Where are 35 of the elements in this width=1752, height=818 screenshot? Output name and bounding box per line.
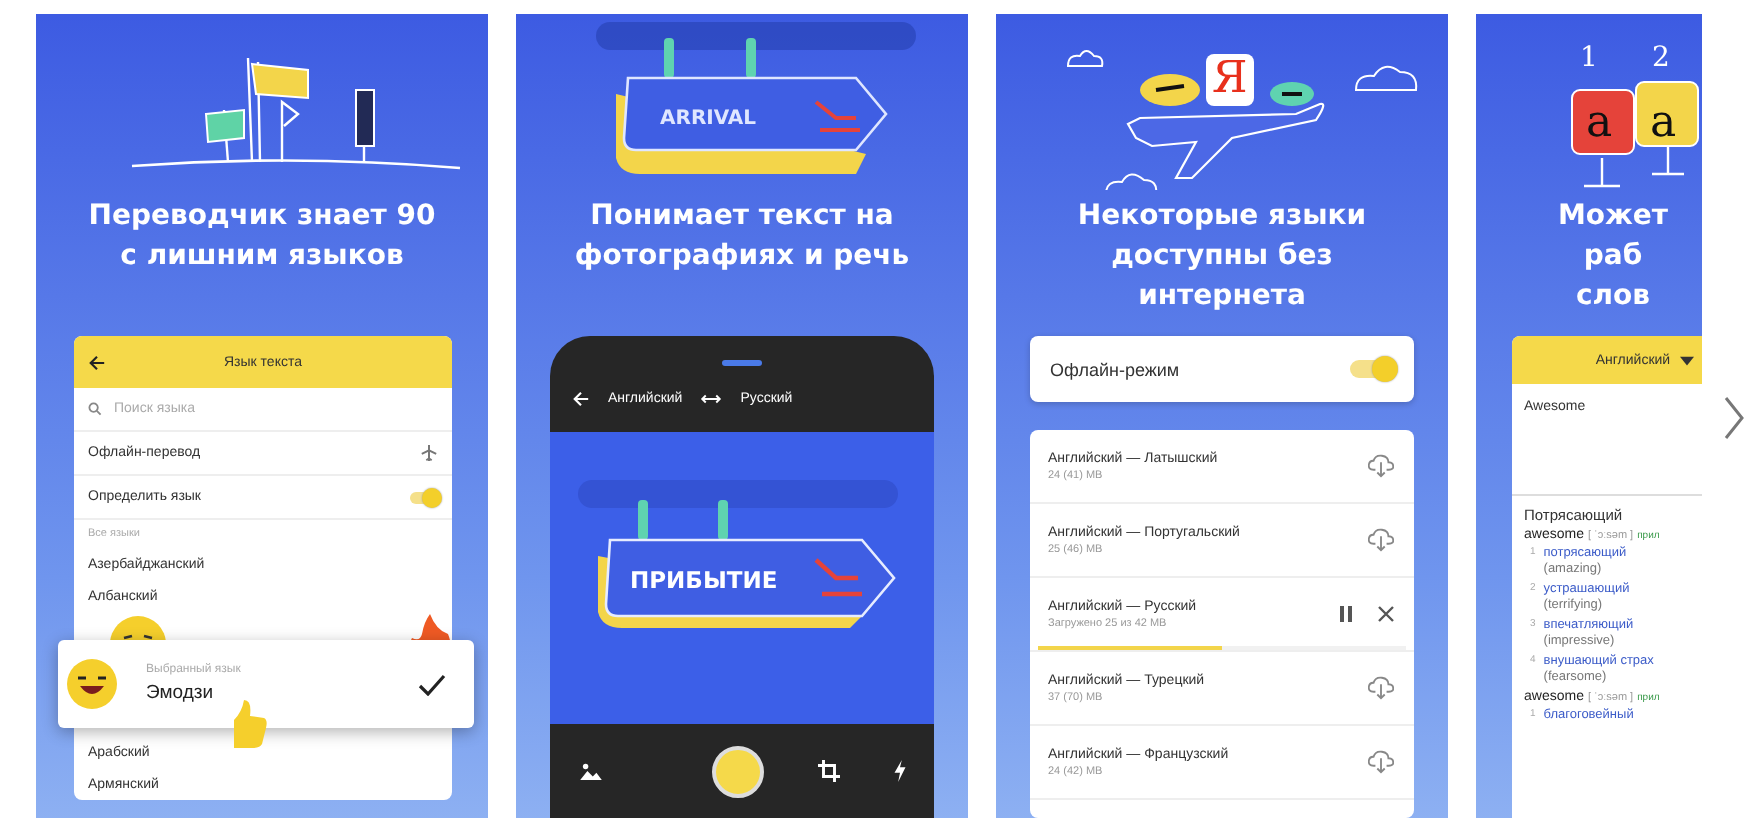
popup-language: Эмодзи: [146, 682, 216, 704]
panel-title: Некоторые языки доступны без интернета: [1075, 198, 1369, 316]
cloud-download-icon[interactable]: [1368, 750, 1394, 774]
pause-icon[interactable]: [1340, 606, 1352, 622]
cloud-download-icon[interactable]: [1368, 454, 1394, 478]
illustration-label: 1: [1580, 42, 1598, 74]
panel-title: Понимает текст на фотографиях и речь: [572, 198, 912, 276]
flash-icon[interactable]: [894, 760, 906, 782]
shutter-button[interactable]: [712, 745, 764, 797]
close-icon[interactable]: [1378, 606, 1394, 622]
caret-icon[interactable]: [1680, 355, 1695, 365]
laughing-face-icon: [66, 658, 118, 710]
cloud-download-icon[interactable]: [1368, 676, 1394, 700]
illustration-label: a: [1586, 98, 1613, 148]
toggle-switch[interactable]: [410, 491, 438, 503]
thumbs-up-icon: [228, 700, 268, 748]
logo-letter: Я: [1206, 54, 1254, 106]
airplane-icon: [420, 444, 438, 462]
toggle-switch[interactable]: [1350, 360, 1394, 378]
search-icon: [88, 402, 102, 416]
speaker-grille: [722, 360, 762, 366]
swap-arrows-icon[interactable]: [700, 392, 723, 406]
panel-title: Может раб слов: [1555, 198, 1671, 316]
cloud-download-icon[interactable]: [1368, 528, 1394, 552]
illustration-label: 2: [1652, 42, 1670, 74]
sign-text: ПРИБЫТИЕ: [630, 566, 778, 594]
smiling-face-icon: [108, 614, 168, 640]
illustration-sign-text: ARRIVAL: [660, 108, 757, 130]
panel-title: Переводчик знает 90 с лишним языков: [86, 198, 438, 276]
back-arrow-icon[interactable]: [88, 353, 106, 371]
crop-icon[interactable]: [818, 760, 840, 782]
letter-cards-drawing: [1571, 81, 1699, 188]
gallery-icon[interactable]: [580, 762, 602, 780]
illustration-label: a: [1650, 98, 1677, 148]
mode-label: Офлайн-режим: [1050, 359, 1180, 379]
